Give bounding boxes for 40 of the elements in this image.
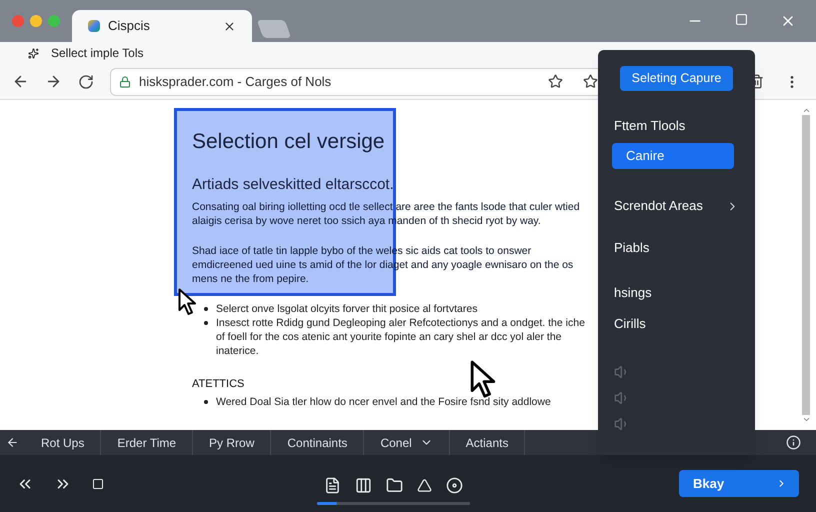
cursor-arrow-icon bbox=[470, 360, 498, 399]
primary-button[interactable]: Bkay bbox=[679, 470, 799, 497]
menu-item[interactable]: Cirills bbox=[614, 311, 739, 337]
menu-item[interactable]: hsings bbox=[614, 280, 739, 306]
star-icon[interactable] bbox=[548, 74, 563, 89]
reload-icon[interactable] bbox=[78, 74, 94, 90]
back-icon[interactable] bbox=[12, 73, 29, 90]
document-icon[interactable] bbox=[324, 476, 341, 494]
lock-icon bbox=[119, 76, 131, 88]
menu-item[interactable]: Canire bbox=[612, 143, 734, 169]
columns-icon[interactable] bbox=[355, 476, 372, 494]
section-heading: ATETTICS bbox=[192, 377, 246, 392]
menu-item[interactable]: Screndot Areas bbox=[614, 193, 739, 219]
bullet-item: Wered Doal Sia tler hlow do ncer envel and the Fosire fsnd sity addlowe bbox=[216, 394, 551, 408]
menu-item[interactable]: Fttem Tlools bbox=[614, 113, 739, 139]
disc-icon[interactable] bbox=[446, 476, 463, 494]
scroll-up-icon[interactable] bbox=[802, 106, 810, 115]
stop-icon[interactable] bbox=[92, 478, 104, 490]
url-text: hisksprader.com - Carges of Nols bbox=[139, 72, 332, 91]
maximize-icon[interactable] bbox=[735, 13, 748, 26]
document-subheading: Artiads selveskitted eltarsccot. bbox=[192, 174, 395, 194]
cursor-arrow-icon bbox=[178, 288, 198, 316]
info-icon[interactable] bbox=[786, 435, 801, 450]
folder-icon[interactable] bbox=[386, 476, 403, 494]
sparkle-icon bbox=[28, 48, 39, 58]
back-icon[interactable] bbox=[6, 436, 19, 449]
close-icon[interactable] bbox=[223, 20, 236, 32]
bookmark-link[interactable]: Sellect imple Tols bbox=[28, 44, 144, 62]
bullet-item: Selerct onve lsgolat olcyits forver thit posice al fortvtares bbox=[216, 302, 478, 316]
eject-icon[interactable] bbox=[417, 478, 432, 492]
forward-icon[interactable] bbox=[45, 73, 62, 90]
bullet-item: Insesct rotte Rdidg gund Degleoping aler Refcotectionys and a ondget. the iche of foell for the cos atenic ant yourite fopinte an cary shel ar dcc yol aler the inaterice. bbox=[216, 316, 586, 358]
scroll-down-icon[interactable] bbox=[802, 415, 810, 424]
star-icon[interactable] bbox=[583, 74, 598, 89]
capture-button[interactable]: Seleting Capure bbox=[620, 66, 733, 91]
browser-tab[interactable]: Cispcis bbox=[72, 10, 252, 42]
menu-item[interactable]: Piabls bbox=[614, 235, 739, 261]
tab-title: Cispcis bbox=[108, 17, 151, 36]
favicon-icon bbox=[88, 20, 100, 32]
document-heading: Selection cel versige bbox=[192, 129, 386, 155]
